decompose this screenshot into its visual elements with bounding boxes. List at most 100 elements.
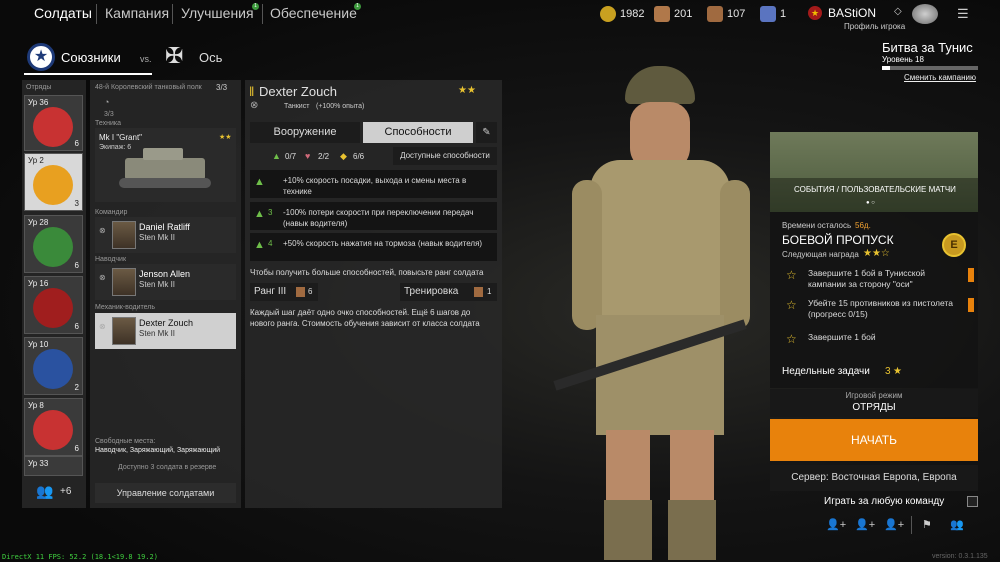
squad-count: 6 xyxy=(74,322,79,331)
game-screen: Солдаты Кампания Улучшения 1 Обеспечение… xyxy=(0,0,1000,562)
cards3-counter[interactable]: 1 xyxy=(760,6,786,22)
soldier-card-weapon: Sten Mk II xyxy=(139,280,176,289)
squad-level: Ур 36 xyxy=(28,98,49,107)
squad-count: 6 xyxy=(74,261,79,270)
edit-icon[interactable]: ✎ xyxy=(476,122,497,143)
soldier-card-name: Daniel Ratliff xyxy=(139,222,190,232)
tank-tracks xyxy=(119,178,211,188)
profile-link[interactable]: Профиль игрока xyxy=(844,22,905,31)
soldier-card[interactable]: ⊗ Dexter Zouch Sten Mk II xyxy=(95,313,236,349)
ability-text: +50% скорость нажатия на тормоза (навык … xyxy=(283,239,483,248)
task-star-icon: ☆ xyxy=(786,298,797,312)
banner-shade xyxy=(770,178,978,212)
server-selector[interactable]: Сервер: Восточная Европа, Европа xyxy=(770,465,978,491)
squad-emblem-icon xyxy=(33,410,73,450)
soldier-card[interactable]: ⊗ Daniel Ratliff Sten Mk II xyxy=(95,217,236,253)
any-team-label: Играть за любую команду xyxy=(824,496,945,507)
supply-badge: 1 xyxy=(354,3,361,10)
nav-soldiers[interactable]: Солдаты xyxy=(34,5,92,21)
soldier-card-icon xyxy=(474,287,483,297)
gauge-icon: ◔ xyxy=(104,97,110,107)
tab-abilities[interactable]: Способности xyxy=(363,122,473,143)
battle-pass-title[interactable]: БОЕВОЙ ПРОПУСК xyxy=(782,233,894,247)
cards1-counter[interactable]: 201 xyxy=(654,6,692,22)
squad-card[interactable]: Ур 2 3 xyxy=(24,153,83,211)
rank-label: Ранг III xyxy=(254,286,287,297)
banner-pager-dots[interactable]: ● ○ xyxy=(866,200,875,206)
invite-player-icon[interactable]: 👤+ xyxy=(855,518,875,531)
change-campaign-link[interactable]: Сменить кампанию xyxy=(904,73,976,82)
any-team-checkbox[interactable] xyxy=(967,496,978,507)
diamond-icon: ◇ xyxy=(894,6,902,17)
battle-pass-coin-icon: E xyxy=(942,233,966,257)
soldier-class: Танкист xyxy=(284,103,310,110)
vehicle-card[interactable]: Mk I "Grant" Экипаж: 6 ★★ xyxy=(95,128,236,202)
soldier-card[interactable]: ⊗ Jenson Allen Sten Mk II xyxy=(95,264,236,300)
bookmark-icon[interactable] xyxy=(968,298,974,312)
ability-level: 4 xyxy=(268,239,273,248)
nav-campaign[interactable]: Кампания xyxy=(105,5,169,21)
squad-card[interactable]: Ур 16 6 xyxy=(24,276,83,334)
campaign-level: Уровень 18 xyxy=(882,55,924,64)
avatar[interactable] xyxy=(912,4,938,24)
available-abilities-button[interactable]: Доступные способности xyxy=(393,147,497,165)
helmet xyxy=(625,66,695,104)
stat-points: 0/7 xyxy=(285,152,297,161)
squad-card[interactable]: Ур 28 6 xyxy=(24,215,83,273)
manage-soldiers-button[interactable]: Управление солдатами xyxy=(95,483,236,503)
squad-card[interactable]: Ур 36 6 xyxy=(24,95,83,151)
soldier-portrait xyxy=(112,221,136,249)
tab-weapons[interactable]: Вооружение xyxy=(250,122,360,143)
group-icon[interactable]: 👥 xyxy=(950,518,964,531)
ability-icon: ▲ xyxy=(254,176,265,188)
engine-count: 3/3 xyxy=(104,111,114,118)
gunner-label: Наводчик xyxy=(95,256,127,263)
invite-player-icon[interactable]: 👤+ xyxy=(884,518,904,531)
nav-divider xyxy=(172,4,173,24)
gold-coin-icon xyxy=(600,6,616,22)
weekly-tasks-label[interactable]: Недельные задачи xyxy=(782,366,870,377)
campaign-title: Битва за Тунис xyxy=(882,40,973,55)
soldier-exp-bonus: (+100% опыта) xyxy=(316,103,365,110)
squad-card[interactable]: Ур 8 6 xyxy=(24,398,83,456)
squad-card[interactable]: Ур 10 2 xyxy=(24,337,83,395)
squad-card[interactable]: Ур 33 xyxy=(24,456,83,476)
training-label: Тренировка xyxy=(404,286,459,297)
nav-supply[interactable]: Обеспечение xyxy=(270,5,357,21)
soldier-card-name: Jenson Allen xyxy=(139,269,191,279)
task-text: Завершите 1 бой в Тунисской кампании за … xyxy=(808,268,926,289)
squad-level: Ур 10 xyxy=(28,340,49,349)
player-name[interactable]: BAStiON xyxy=(828,6,876,20)
cards2-value: 107 xyxy=(727,8,746,20)
reserve-info: Доступно 3 солдата в резерве xyxy=(118,464,217,471)
fps-counter: DirectX 11 FPS: 52.2 (18.1<19.8 19.2) xyxy=(2,553,158,561)
ability-text: -100% потери скорости при переключении п… xyxy=(283,208,474,228)
squad-level: Ур 33 xyxy=(28,459,49,468)
squad-level: Ур 16 xyxy=(28,279,49,288)
gold-counter[interactable]: 1982 xyxy=(600,6,644,22)
more-squads[interactable]: +6 xyxy=(60,486,71,497)
vehicle-stars: ★★ xyxy=(219,134,232,141)
ability-row[interactable]: ▲ 3 -100% потери скорости при переключении… xyxy=(250,202,497,230)
ability-row[interactable]: ▲ 4 +50% скорость нажатия на тормоза (навы… xyxy=(250,233,497,261)
cards2-counter[interactable]: 107 xyxy=(707,6,745,22)
events-banner[interactable]: СОБЫТИЯ / ПОЛЬЗОВАТЕЛЬСКИЕ МАТЧИ ● ○ xyxy=(770,132,978,212)
start-button[interactable]: НАЧАТЬ xyxy=(770,419,978,461)
training-button[interactable]: Тренировка 1 xyxy=(400,283,497,301)
bookmark-icon[interactable] xyxy=(968,268,974,282)
star-rank-icon: ★ xyxy=(808,6,822,20)
menu-icon[interactable]: ☰ xyxy=(957,6,969,22)
time-left-label: Времени осталось xyxy=(782,221,852,230)
squad-emblem-icon xyxy=(33,165,73,205)
soldier-card-weapon: Sten Mk II xyxy=(139,233,176,242)
role-icon: ⊗ xyxy=(99,322,106,331)
tab-axis[interactable]: Ось xyxy=(199,50,222,65)
tab-allies[interactable]: Союзники xyxy=(61,50,121,65)
soldier-card-weapon: Sten Mk II xyxy=(139,329,176,338)
game-mode-selector[interactable]: Игровой режим ОТРЯДЫ xyxy=(770,389,978,417)
invite-player-icon[interactable]: 👤+ xyxy=(826,518,846,531)
ability-row[interactable]: ▲ +10% скорость посадки, выхода и смены м… xyxy=(250,170,497,198)
flag-icon[interactable]: ⚑ xyxy=(922,518,932,531)
vehicle-name: Mk I "Grant" xyxy=(99,133,143,142)
nav-upgrades[interactable]: Улучшения xyxy=(181,5,254,21)
